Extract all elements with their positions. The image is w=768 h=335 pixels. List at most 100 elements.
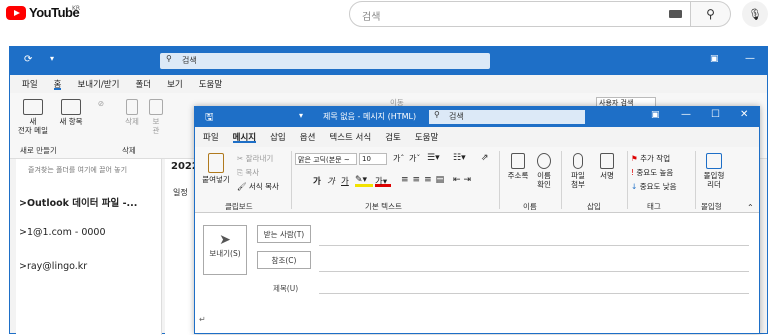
outlook-search-input[interactable]: ⚲ 검색 xyxy=(160,53,490,69)
favorites-hint: 즐겨찾는 폴더를 여기에 끌어 놓기 xyxy=(28,166,128,174)
close-icon[interactable]: ✕ xyxy=(740,109,748,120)
high-importance-button[interactable]: ! 중요도 높음 xyxy=(631,167,673,178)
ribbon-display-icon[interactable]: ▣ xyxy=(710,54,719,64)
outlook-title-bar: ⟳ ▾ ⚲ 검색 ▣ — xyxy=(10,47,767,75)
ribbon-separator xyxy=(499,151,500,209)
tab-home[interactable]: 홈 xyxy=(53,78,62,90)
group-immersive-label: 몰입형 xyxy=(701,202,722,211)
keyboard-icon[interactable] xyxy=(669,10,682,18)
folder-outlook-data-file[interactable]: >Outlook 데이터 파일 -... xyxy=(19,195,137,209)
high-importance-label: 중요도 높음 xyxy=(636,168,674,177)
ribbon-separator xyxy=(561,151,562,209)
font-size-select[interactable]: 10 xyxy=(359,153,387,165)
to-button[interactable]: 받는 사람(T) xyxy=(257,225,311,243)
search-placeholder: 검색 xyxy=(182,56,197,65)
ribbon-display-icon[interactable]: ▣ xyxy=(651,110,660,120)
attach-file-button[interactable]: 파일 첨부 xyxy=(565,153,591,189)
cc-field[interactable] xyxy=(319,271,749,272)
underline-icon[interactable]: 가 xyxy=(341,175,349,187)
flag-icon: ⚑ xyxy=(631,154,638,163)
voice-search-button[interactable]: 🎙 xyxy=(742,1,768,27)
region-label: KR xyxy=(72,5,81,12)
send-button[interactable]: ➤ 보내기(S) xyxy=(203,225,247,275)
body-cursor-icon[interactable]: ↵ xyxy=(199,315,206,324)
follow-up-label: 추가 작업 xyxy=(640,154,671,163)
copy-button[interactable]: ⎘ 복사 xyxy=(237,167,259,178)
tab-view[interactable]: 보기 xyxy=(167,78,183,90)
indent-icons[interactable]: ⇤⇥ xyxy=(453,175,474,185)
minimize-icon[interactable]: — xyxy=(745,53,755,64)
cc-button[interactable]: 참조(C) xyxy=(257,251,311,269)
collapse-ribbon-icon[interactable]: ⌃ xyxy=(747,203,754,212)
bullets-icon[interactable]: ☰▾ xyxy=(427,153,440,163)
cut-button[interactable]: ✂ 잘라내기 xyxy=(237,153,273,164)
address-book-icon xyxy=(511,153,525,169)
address-book-button[interactable]: 주소록 xyxy=(505,153,531,180)
paste-button[interactable]: 붙여넣기 xyxy=(201,153,231,184)
clear-formatting-icon[interactable]: ⇗ xyxy=(481,153,489,163)
maximize-icon[interactable]: ☐ xyxy=(711,109,720,120)
tab-message[interactable]: 메시지 xyxy=(232,131,257,143)
signature-button[interactable]: 서명 xyxy=(595,153,619,180)
youtube-search-input[interactable]: 검색 xyxy=(349,1,691,27)
delete-button[interactable]: 삭제 xyxy=(118,99,146,126)
tab-options[interactable]: 옵션 xyxy=(300,131,316,143)
immersive-reader-button[interactable]: 몰입형 리더 xyxy=(699,153,729,189)
message-search-input[interactable]: ⚲ 검색 xyxy=(429,110,585,124)
new-item-button[interactable]: 새 항목 xyxy=(54,99,88,126)
italic-icon[interactable]: 가 xyxy=(327,175,335,187)
tab-help[interactable]: 도움말 xyxy=(199,78,222,90)
message-title-bar: 🖫 ▾ 제목 없음 - 메시지 (HTML) ⚲ 검색 ▣ — ☐ ✕ xyxy=(195,107,759,127)
tab-folder[interactable]: 폴더 xyxy=(135,78,151,90)
font-name-select[interactable]: 맑은 고딕(본문 ~ xyxy=(295,153,357,165)
ribbon-separator xyxy=(627,151,628,209)
subject-label: 제목(U) xyxy=(273,284,299,293)
font-color-icon[interactable]: 가▾ xyxy=(375,175,391,187)
shrink-font-icon[interactable]: 가ˇ xyxy=(409,153,420,164)
subject-field[interactable] xyxy=(319,293,749,294)
check-names-button[interactable]: 이름 확인 xyxy=(533,153,555,189)
tab-help[interactable]: 도움말 xyxy=(415,131,438,143)
folder-account-1[interactable]: >1@1.com - 0000 xyxy=(19,227,106,238)
tab-file[interactable]: 파일 xyxy=(22,78,38,90)
paste-label: 붙여넣기 xyxy=(202,175,230,184)
group-delete-label: 삭제 xyxy=(122,146,136,155)
ribbon-separator xyxy=(695,151,696,209)
ignore-icon[interactable]: ⊘ xyxy=(94,99,108,108)
grow-font-icon[interactable]: 가ˆ xyxy=(393,153,404,164)
tab-file[interactable]: 파일 xyxy=(203,131,219,143)
minimize-icon[interactable]: — xyxy=(681,109,691,120)
highlight-icon[interactable]: ✎▾ xyxy=(355,175,373,187)
folder-account-2[interactable]: >ray@lingo.kr xyxy=(19,261,87,272)
search-icon: ⚲ xyxy=(434,110,440,119)
youtube-play-icon xyxy=(6,5,26,20)
exclamation-icon: ! xyxy=(631,168,635,177)
microphone-icon: 🎙 xyxy=(748,7,762,21)
copy-label: 복사 xyxy=(245,168,260,177)
bold-icon[interactable]: 가 xyxy=(313,175,321,187)
quick-access-dropdown-icon[interactable]: ▾ xyxy=(50,54,54,63)
quick-access-dropdown-icon[interactable]: ▾ xyxy=(299,111,303,120)
envelope-icon xyxy=(23,99,43,115)
align-icons[interactable]: ≡≡≡▤ xyxy=(401,175,448,185)
youtube-logo[interactable]: YouTube KR xyxy=(6,5,81,20)
numbering-icon[interactable]: ☷▾ xyxy=(453,153,466,163)
tab-review[interactable]: 검토 xyxy=(385,131,401,143)
low-importance-button[interactable]: ↓ 중요도 낮음 xyxy=(631,181,677,192)
to-field[interactable] xyxy=(319,245,749,246)
tab-insert[interactable]: 삽입 xyxy=(270,131,286,143)
group-names-label: 이름 xyxy=(523,202,537,211)
archive-label: 보 관 xyxy=(152,117,160,135)
save-icon[interactable]: 🖫 xyxy=(205,110,214,127)
tab-format-text[interactable]: 텍스트 서식 xyxy=(329,131,371,143)
group-basic-text-label: 기본 텍스트 xyxy=(365,202,402,211)
immersive-reader-icon xyxy=(706,153,722,169)
format-painter-button[interactable]: 🖌 서식 복사 xyxy=(237,181,279,192)
follow-up-button[interactable]: ⚑ 추가 작업 xyxy=(631,153,670,164)
youtube-search-button[interactable]: ⚲ xyxy=(691,1,731,27)
sync-icon[interactable]: ⟳ xyxy=(24,54,32,65)
new-mail-button[interactable]: 새 전자 메일 xyxy=(16,99,50,135)
tab-send-receive[interactable]: 보내기/받기 xyxy=(77,78,119,90)
calendar-label: 일정 xyxy=(173,188,188,197)
archive-button[interactable]: 보 관 xyxy=(146,99,166,135)
